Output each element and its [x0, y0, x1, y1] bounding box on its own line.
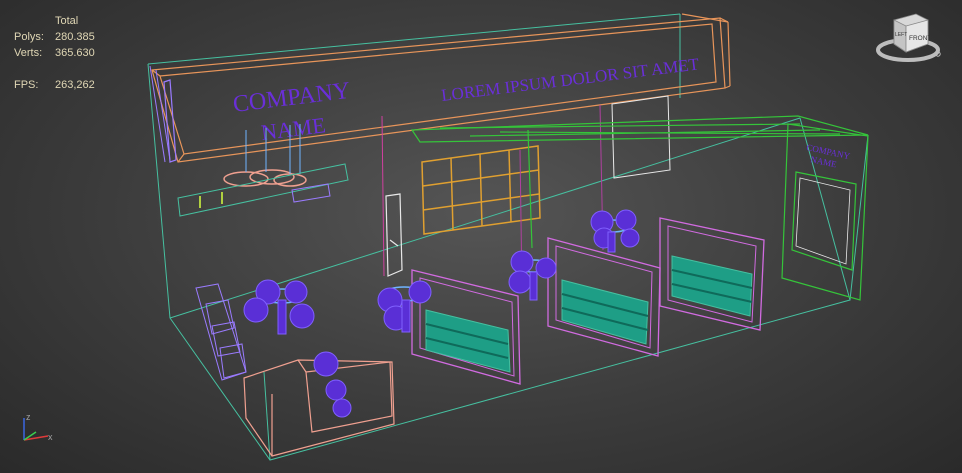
- viewcube-icon[interactable]: FRONT LEFT: [872, 10, 952, 68]
- door-frame: [385, 193, 403, 277]
- wireframe-scene[interactable]: COMPANY NAME LOREM IPSUM DOLOR SIT AMET: [0, 0, 962, 473]
- viewport-statistics: Total Polys: 280.385 Verts: 365.630 FPS: 26…: [14, 13, 95, 93]
- cafe-table-3: [508, 250, 557, 301]
- cafe-table-2: [377, 280, 432, 333]
- axis-x-label: x: [48, 432, 53, 442]
- stats-header: Total: [55, 15, 79, 27]
- polys-label: Polys:: [14, 31, 44, 43]
- window-grid: [421, 145, 541, 235]
- verts-label: Verts:: [14, 47, 43, 59]
- 3d-viewport[interactable]: COMPANY NAME LOREM IPSUM DOLOR SIT AMET: [0, 0, 962, 473]
- wall-shelf: [177, 163, 349, 217]
- sign-company-text: COMPANY: [232, 78, 352, 118]
- cafe-table-4: [590, 209, 640, 253]
- polys-value: 280.385: [55, 31, 95, 43]
- fps-value: 263,262: [55, 79, 95, 91]
- viewcube-left-label[interactable]: LEFT: [895, 32, 907, 38]
- axis-z-label: z: [26, 412, 31, 422]
- viewcube-front-label[interactable]: FRONT: [909, 35, 931, 42]
- display-rack-3: [659, 217, 765, 331]
- display-rack-2: [547, 237, 661, 357]
- fps-label: FPS:: [14, 79, 39, 91]
- axis-gizmo: z x: [23, 412, 53, 442]
- sign-name-text: NAME: [260, 112, 327, 145]
- cafe-table-1: [243, 279, 315, 335]
- verts-value: 365.630: [55, 47, 95, 59]
- counter-stool: [313, 351, 352, 418]
